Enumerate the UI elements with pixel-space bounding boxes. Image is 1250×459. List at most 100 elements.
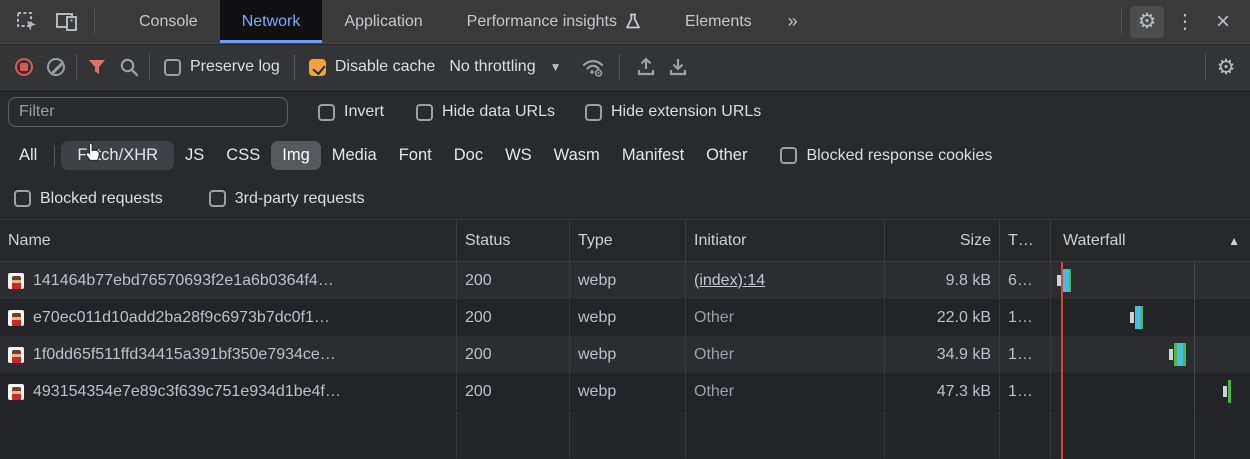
waterfall-gridline [1194,262,1195,459]
column-header-status[interactable]: Status [457,221,570,261]
tab-performance-insights[interactable]: Performance insights [445,0,663,43]
devtools-tabbar: Console Network Application Performance … [0,0,1250,44]
request-time: 1… [1008,383,1033,401]
request-status: 200 [465,346,492,364]
request-initiator: Other [694,346,734,364]
blocked-response-cookies-checkbox[interactable]: Blocked response cookies [780,147,992,165]
clear-network-log-icon[interactable] [40,51,72,83]
waterfall-cell [1051,262,1250,299]
type-filter-js[interactable]: JS [174,141,215,170]
type-filter-fetch-xhr[interactable]: Fetch/XHR [61,141,174,170]
type-filter-css[interactable]: CSS [215,141,271,170]
hide-extension-urls-checkbox[interactable]: Hide extension URLs [585,103,761,121]
waterfall-bar [1062,269,1069,292]
tab-application[interactable]: Application [322,0,444,43]
preserve-log-checkbox[interactable]: Preserve log [164,58,280,76]
tab-network[interactable]: Network [220,0,323,43]
toolbar-divider-3 [294,54,295,80]
column-header-time[interactable]: T… [1000,221,1051,261]
request-size: 34.9 kB [937,346,991,364]
column-divider [1050,411,1051,458]
hide-data-urls-box[interactable] [416,104,433,121]
hide-data-urls-checkbox[interactable]: Hide data URLs [416,103,555,121]
disable-cache-checkbox[interactable]: Disable cache [309,58,436,76]
request-size: 9.8 kB [946,272,991,290]
request-type: webp [578,346,616,364]
column-header-initiator[interactable]: Initiator [686,221,885,261]
waterfall-cell [1051,373,1250,410]
column-divider [999,411,1000,458]
settings-gear-icon[interactable]: ⚙ [1130,6,1164,38]
request-favicon [8,384,24,400]
waterfall-bar [1141,306,1143,329]
type-filter-all[interactable]: All [8,141,48,170]
request-status: 200 [465,309,492,327]
request-favicon [8,347,24,363]
tab-elements[interactable]: Elements [663,0,774,43]
search-icon[interactable] [113,51,145,83]
request-initiator: Other [694,309,734,327]
tab-console[interactable]: Console [117,0,220,43]
export-har-icon[interactable] [662,51,694,83]
waterfall-bar [1228,380,1231,403]
hide-extension-urls-box[interactable] [585,104,602,121]
flask-icon [625,13,641,31]
request-initiator-link[interactable]: (index):14 [694,272,765,290]
type-filter-other[interactable]: Other [695,141,758,170]
type-filter-wasm[interactable]: Wasm [543,141,611,170]
network-toolbar: Preserve log Disable cache No throttling… [0,45,1250,90]
waterfall-connect-blip [1169,349,1173,360]
column-divider [569,411,570,458]
request-type: webp [578,383,616,401]
type-filter-font[interactable]: Font [388,141,443,170]
waterfall-bar [1069,269,1071,292]
network-filter-row: Invert Hide data URLs Hide extension URL… [0,91,1250,133]
throttling-value: No throttling [449,58,535,76]
invert-box[interactable] [318,104,335,121]
blocked-requests-box[interactable] [14,190,31,207]
preserve-log-label: Preserve log [190,58,280,76]
import-har-icon[interactable] [630,51,662,83]
column-header-type[interactable]: Type [570,221,686,261]
column-header-waterfall[interactable]: Waterfall ▲ [1051,221,1250,261]
disable-cache-box[interactable] [309,59,326,76]
tabbar-divider [94,9,95,35]
waterfall-bar [1183,343,1186,366]
requests-table: Name Status Type Initiator Size T… Water… [0,221,1250,459]
inspect-element-icon[interactable] [10,6,44,38]
third-party-requests-box[interactable] [209,190,226,207]
network-conditions-icon[interactable] [577,51,609,83]
chevron-down-icon: ▼ [550,60,562,74]
tabbar-right-divider [1121,9,1122,35]
filter-input[interactable] [8,97,288,127]
type-filter-media[interactable]: Media [321,141,388,170]
column-header-size[interactable]: Size [885,221,1000,261]
waterfall-connect-blip [1223,386,1227,397]
preserve-log-box[interactable] [164,59,181,76]
network-settings-gear-icon[interactable]: ⚙ [1210,51,1242,83]
device-toolbar-icon[interactable] [50,6,84,38]
throttling-dropdown[interactable]: No throttling ▼ [449,58,561,76]
column-divider [884,411,885,458]
type-filter-img[interactable]: Img [271,141,321,170]
invert-checkbox[interactable]: Invert [318,103,384,121]
close-devtools-icon[interactable]: × [1206,6,1240,38]
request-size: 47.3 kB [937,383,991,401]
third-party-requests-label: 3rd-party requests [235,190,365,208]
toolbar-divider-5 [1205,54,1206,80]
request-favicon [8,273,24,289]
more-tabs-icon[interactable]: » [774,0,814,43]
type-filter-doc[interactable]: Doc [443,141,494,170]
type-filter-manifest[interactable]: Manifest [611,141,695,170]
third-party-requests-checkbox[interactable]: 3rd-party requests [209,190,365,208]
blocked-response-cookies-box[interactable] [780,147,797,164]
request-name: 141464b77ebd76570693f2e1a6b0364f4… [33,272,334,290]
request-type: webp [578,272,616,290]
column-header-name[interactable]: Name [0,221,457,261]
record-network-log-icon[interactable] [8,51,40,83]
customize-menu-icon[interactable]: ⋮ [1168,6,1202,38]
type-filter-ws[interactable]: WS [494,141,543,170]
request-time: 1… [1008,309,1033,327]
blocked-requests-checkbox[interactable]: Blocked requests [14,190,163,208]
filter-funnel-icon[interactable] [81,51,113,83]
